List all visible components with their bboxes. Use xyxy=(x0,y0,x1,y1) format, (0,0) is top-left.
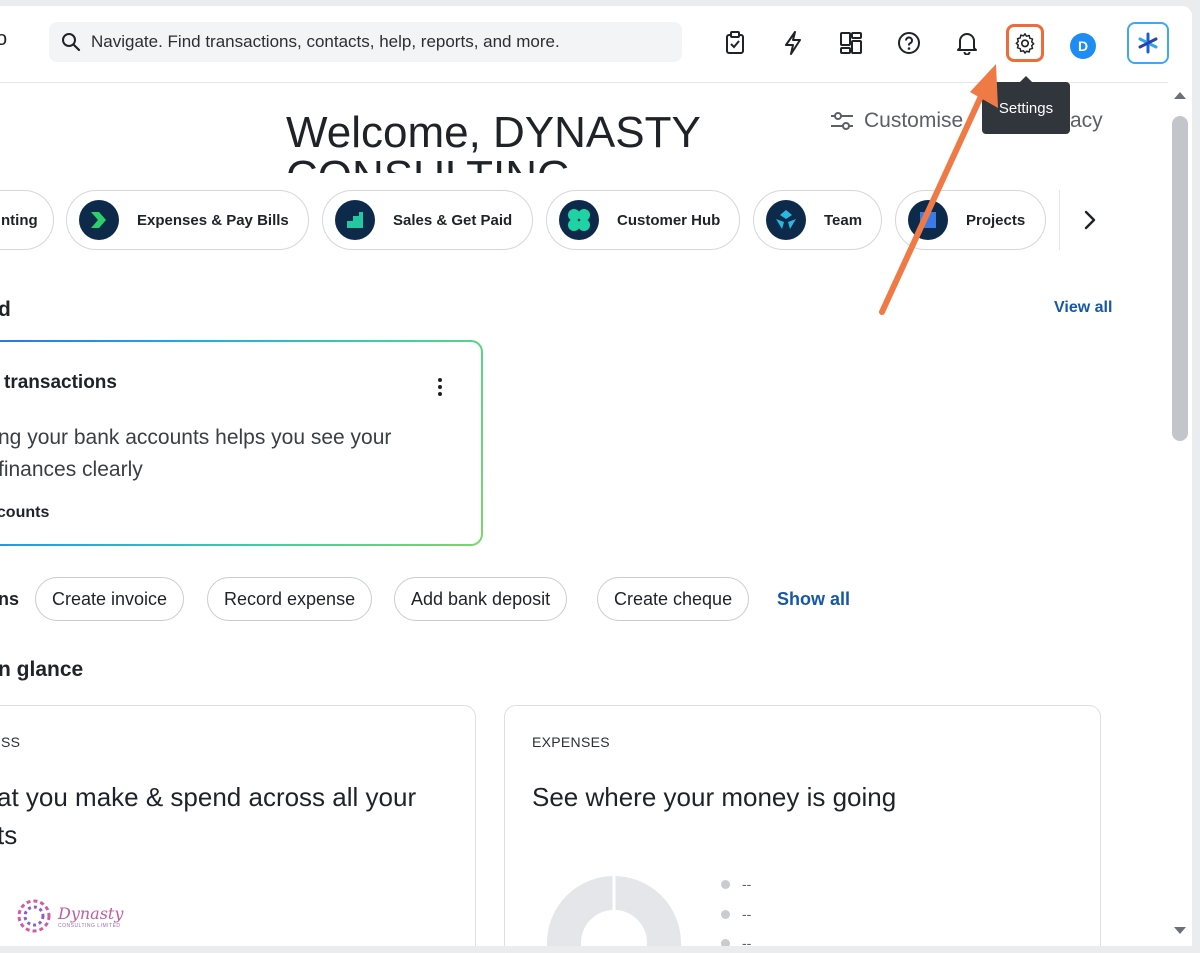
chevron-right-icon xyxy=(1084,210,1096,230)
more-options-icon[interactable] xyxy=(430,376,450,398)
card-heading-line2: ts xyxy=(0,820,18,850)
pill-label: nting xyxy=(1,211,38,229)
create-invoice-button[interactable]: Create invoice xyxy=(35,577,185,621)
dynasty-watermark: Dynasty CONSULTING LIMITED xyxy=(14,896,123,936)
gear-icon xyxy=(1015,33,1035,54)
sales-icon xyxy=(335,200,375,240)
card-description-line1: ng your bank accounts helps you see your xyxy=(0,426,392,449)
pills-next-button[interactable] xyxy=(1059,190,1120,250)
pill-expenses[interactable]: Expenses & Pay Bills xyxy=(66,190,309,250)
card-description: ng your bank accounts helps you see your… xyxy=(0,422,418,486)
pill-customer-hub[interactable]: Customer Hub xyxy=(546,190,740,250)
search-input[interactable] xyxy=(89,31,653,53)
connect-bank-card: transactions ng your bank accounts helps… xyxy=(0,340,483,546)
scroll-down-icon[interactable] xyxy=(1173,926,1187,936)
notifications-bell-icon[interactable] xyxy=(954,30,980,56)
legend-label: -- xyxy=(742,876,752,892)
glance-title: n glance xyxy=(0,658,84,681)
legend-dot xyxy=(721,879,730,889)
legend-label: -- xyxy=(742,935,752,946)
create-cheque-button[interactable]: Create cheque xyxy=(597,577,750,621)
card-description-line2: finances clearly xyxy=(0,458,143,481)
team-icon xyxy=(766,200,806,240)
expenses-card[interactable]: EXPENSES See where your money is going -… xyxy=(504,705,1101,946)
help-icon[interactable] xyxy=(896,30,922,56)
legend-dot xyxy=(721,938,730,946)
dynasty-logo-icon xyxy=(17,899,51,933)
sliders-icon xyxy=(831,112,853,130)
privacy-toggle[interactable]: acy xyxy=(1070,109,1103,133)
connect-accounts-link[interactable]: ccounts xyxy=(0,504,49,522)
card-eyebrow: EXPENSES xyxy=(532,734,610,750)
pill-accounting[interactable]: nting xyxy=(0,190,54,250)
app-window: o D xyxy=(0,6,1192,946)
legend-dot xyxy=(721,909,730,919)
pill-sales[interactable]: Sales & Get Paid xyxy=(322,190,533,250)
expenses-icon xyxy=(79,200,119,240)
task-clipboard-icon[interactable] xyxy=(722,30,748,56)
record-expense-button[interactable]: Record expense xyxy=(207,577,373,621)
add-bank-deposit-button[interactable]: Add bank deposit xyxy=(394,577,568,621)
show-all-link[interactable]: Show all xyxy=(777,589,850,610)
ai-assistant-button[interactable] xyxy=(1127,22,1169,64)
apps-grid-icon[interactable] xyxy=(838,30,864,56)
user-avatar[interactable]: D xyxy=(1070,33,1096,59)
pill-label: Team xyxy=(824,211,863,229)
watermark-text: Dynasty xyxy=(58,903,124,923)
expenses-donut-chart xyxy=(547,876,681,946)
legend-item: -- xyxy=(721,876,751,892)
card-heading: See where your money is going xyxy=(532,782,897,812)
logo[interactable]: o xyxy=(0,28,7,51)
card-eyebrow: SS xyxy=(1,734,21,750)
search-icon xyxy=(62,33,81,52)
pill-label: Expenses & Pay Bills xyxy=(137,211,289,229)
legend-item: -- xyxy=(721,906,751,922)
actions-label: ns xyxy=(0,589,20,609)
pill-label: Customer Hub xyxy=(617,211,721,229)
card-heading-line1: at you make & spend across all your xyxy=(0,782,417,812)
legend-item: -- xyxy=(721,935,751,946)
welcome-heading: Welcome, DYNASTY CONSULTING xyxy=(286,107,701,173)
annotation-arrow xyxy=(879,64,998,315)
view-all-link[interactable]: View all xyxy=(1054,299,1112,317)
card-heading: at you make & spend across all your ts xyxy=(0,778,416,854)
card-title: transactions xyxy=(4,372,117,393)
customer-hub-icon xyxy=(559,200,599,240)
search-bar[interactable] xyxy=(49,22,682,62)
lightning-icon[interactable] xyxy=(780,30,806,56)
section-title: d xyxy=(0,298,11,321)
scroll-up-icon[interactable] xyxy=(1173,90,1187,100)
watermark-subtext: CONSULTING LIMITED xyxy=(58,922,121,929)
pill-team[interactable]: Team xyxy=(753,190,882,250)
sparkle-icon xyxy=(1138,32,1158,54)
legend-label: -- xyxy=(742,906,752,922)
pill-label: Sales & Get Paid xyxy=(393,211,513,229)
scrollbar-thumb[interactable] xyxy=(1172,116,1188,441)
